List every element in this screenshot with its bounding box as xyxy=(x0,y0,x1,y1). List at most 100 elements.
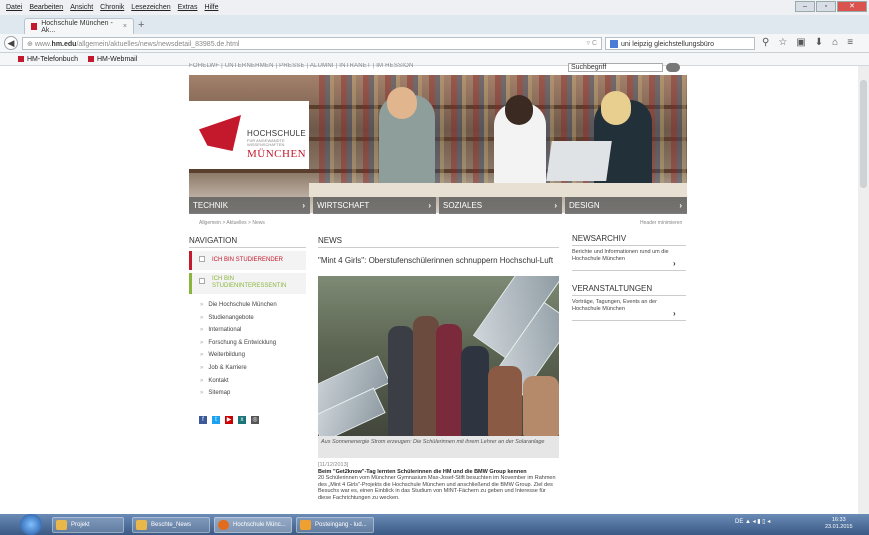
clipboard-icon[interactable]: ▣ xyxy=(796,37,805,48)
search-field[interactable]: uni leipzig gleichstellungsbüro xyxy=(605,37,755,50)
task-projekt[interactable]: Projekt xyxy=(52,517,124,533)
chevron-right-icon: › xyxy=(554,201,557,210)
home-icon[interactable]: ⌂ xyxy=(832,37,838,48)
clock-date: 23.01.2015 xyxy=(825,524,853,530)
outlook-icon xyxy=(300,520,311,530)
nav-item-kontakt[interactable]: Kontakt xyxy=(200,375,277,388)
logo-line-3: MÜNCHEN xyxy=(247,148,307,160)
menu-ansicht[interactable]: Ansicht xyxy=(70,4,93,11)
veranstaltungen-heading[interactable]: VERANSTALTUNGEN xyxy=(572,284,652,293)
divider xyxy=(572,245,686,246)
instagram-icon[interactable]: ◎ xyxy=(251,416,259,424)
veranstaltungen-text: Vorträge, Tagungen, Events an der Hochsc… xyxy=(572,299,657,312)
url-domain: hm.edu xyxy=(51,41,77,48)
site-search-input[interactable]: Suchbegriff xyxy=(568,63,663,72)
download-icon[interactable]: ⬇ xyxy=(815,37,823,48)
search-engine-icon[interactable] xyxy=(610,40,618,48)
new-tab-button[interactable]: + xyxy=(138,19,144,31)
news-title: "Mint 4 Girls": Oberstufenschülerinnen s… xyxy=(318,256,554,265)
tab-title: Hochschule München - Ak... xyxy=(41,19,113,34)
navigation-heading: NAVIGATION xyxy=(189,236,238,245)
clock-time: 16:33 xyxy=(831,517,846,523)
breadcrumb[interactable]: Allgemein > Aktuelles > News xyxy=(199,220,265,226)
search-icon[interactable]: ⚲ xyxy=(762,37,769,48)
bookmark-webmail[interactable]: HM-Webmail xyxy=(88,56,137,63)
news-date: [11/12/2013] xyxy=(318,462,349,468)
start-button[interactable] xyxy=(20,514,42,535)
nav-item-forschung[interactable]: Forschung & Entwicklung xyxy=(200,337,277,350)
nav-prospect-link[interactable]: ICH BIN STUDIENINTERESSENTIN xyxy=(189,273,306,294)
minimize-button[interactable]: – xyxy=(795,1,815,12)
site-search: Suchbegriff xyxy=(568,63,680,73)
nav-item-studienangebote[interactable]: Studienangebote xyxy=(200,312,277,325)
navigation-list: Die Hochschule München Studienangebote I… xyxy=(200,299,277,400)
menu-icon[interactable]: ≡ xyxy=(847,37,853,48)
hm-logo-mark xyxy=(199,115,241,151)
logo-line-2: FÜR ANGEWANDTE WISSENSCHAFTEN xyxy=(247,138,285,147)
menu-hilfe[interactable]: Hilfe xyxy=(204,4,218,11)
nav-item-weiterbildung[interactable]: Weiterbildung xyxy=(200,349,277,362)
chevron-right-icon: › xyxy=(428,201,431,210)
nav-item-international[interactable]: International xyxy=(200,324,277,337)
close-tab-icon[interactable]: × xyxy=(123,23,127,30)
nav-student-link[interactable]: ICH BIN STUDIERENDER xyxy=(189,251,306,270)
twitter-icon[interactable]: t xyxy=(212,416,220,424)
site-search-button[interactable] xyxy=(666,63,680,72)
vertical-scrollbar[interactable] xyxy=(858,66,869,514)
menu-bar: Datei Bearbeiten Ansicht Chronik Lesezei… xyxy=(0,0,869,15)
bookmark-telefonbuch[interactable]: HM-Telefonbuch xyxy=(18,56,78,63)
youtube-icon[interactable]: ▶ xyxy=(225,416,233,424)
menu-chronik[interactable]: Chronik xyxy=(100,4,124,11)
scrollbar-thumb[interactable] xyxy=(860,80,867,188)
nav-item-sitemap[interactable]: Sitemap xyxy=(200,387,277,400)
chevron-right-icon: › xyxy=(302,201,305,210)
menu-datei[interactable]: Datei xyxy=(6,4,22,11)
window-controls: – ▫ ✕ xyxy=(795,1,867,12)
hm-logo[interactable]: HOCHSCHULE FÜR ANGEWANDTE WISSENSCHAFTEN… xyxy=(189,101,309,169)
reload-icon[interactable]: ▿ C xyxy=(586,39,597,47)
news-heading: NEWS xyxy=(318,236,342,245)
newsarchiv-heading[interactable]: NEWSARCHIV xyxy=(572,234,626,243)
task-beschte-news[interactable]: Beschte_News xyxy=(132,517,210,533)
maximize-button[interactable]: ▫ xyxy=(816,1,836,12)
url-path: /allgemein/aktuelles/news/newsdetail_839… xyxy=(76,41,240,48)
browser-tab[interactable]: Hochschule München - Ak... × xyxy=(24,18,134,34)
nav-item-hochschule[interactable]: Die Hochschule München xyxy=(200,299,276,312)
task-firefox[interactable]: Hochschule Münc... xyxy=(214,517,292,533)
chevron-right-icon[interactable]: › xyxy=(673,309,676,318)
nav-item-job-karriere[interactable]: Job & Karriere xyxy=(200,362,277,375)
category-soziales[interactable]: SOZIALES › xyxy=(439,197,562,214)
task-outlook[interactable]: Posteingang - lud... xyxy=(296,517,374,533)
chevron-right-icon[interactable]: › xyxy=(673,259,676,268)
system-tray[interactable]: DE ▲ ◂ ▮ ▯ ◂ xyxy=(735,518,770,525)
divider xyxy=(572,295,686,296)
url-bar[interactable]: ⊕ www.hm.edu/allgemein/aktuelles/news/ne… xyxy=(22,37,602,50)
clock[interactable]: 16:33 23.01.2015 xyxy=(825,517,853,531)
news-photo xyxy=(318,276,559,436)
category-design[interactable]: DESIGN › xyxy=(565,197,687,214)
divider xyxy=(572,320,686,321)
header-minimize-link[interactable]: Header minimieren xyxy=(640,220,682,226)
folder-icon xyxy=(56,520,67,530)
globe-icon: ⊕ xyxy=(27,41,35,48)
social-icons: f t ▶ x ◎ xyxy=(199,416,259,424)
logo-line-1: HOCHSCHULE xyxy=(247,129,307,138)
url-prefix: www. xyxy=(34,41,52,48)
toolbar-icons: ⚲ ☆ ▣ ⬇ ⌂ ≡ xyxy=(762,37,853,48)
divider xyxy=(572,270,686,271)
category-technik[interactable]: TECHNIK › xyxy=(189,197,310,214)
star-icon[interactable]: ☆ xyxy=(778,37,787,48)
back-button[interactable]: ◀ xyxy=(4,36,18,50)
checkbox-icon xyxy=(199,278,205,284)
xing-icon[interactable]: x xyxy=(238,416,246,424)
close-window-button[interactable]: ✕ xyxy=(837,1,867,12)
search-value: uni leipzig gleichstellungsbüro xyxy=(621,40,715,48)
folder-icon xyxy=(136,520,147,530)
news-body: 20 Schülerinnen vom Münchner Gymnasium M… xyxy=(318,475,556,501)
menu-lesezeichen[interactable]: Lesezeichen xyxy=(131,4,170,11)
menu-bearbeiten[interactable]: Bearbeiten xyxy=(29,4,63,11)
category-wirtschaft[interactable]: WIRTSCHAFT › xyxy=(313,197,436,214)
menu-extras[interactable]: Extras xyxy=(178,4,198,11)
photo-caption: Aus Sonnenenergie Strom erzeugen: Die Sc… xyxy=(318,436,559,458)
facebook-icon[interactable]: f xyxy=(199,416,207,424)
